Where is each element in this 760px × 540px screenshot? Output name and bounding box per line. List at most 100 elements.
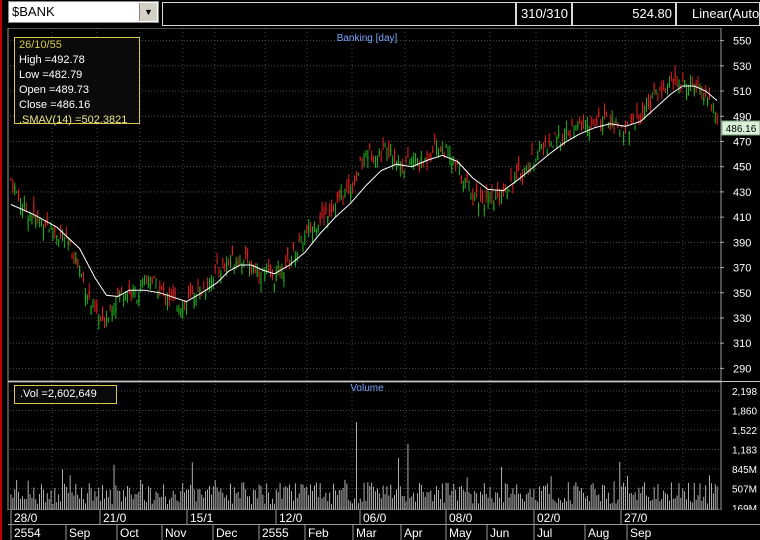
candle-body [617, 122, 619, 124]
candle-body [37, 212, 39, 217]
candle-body [646, 102, 648, 108]
candle-body [415, 157, 417, 162]
info-open: Open =489.73 [19, 84, 90, 96]
candle-body [163, 287, 165, 290]
candle-body [357, 172, 359, 175]
candle-body [235, 261, 237, 266]
candle-body [403, 170, 405, 174]
candle-body [607, 125, 609, 128]
candle-body [16, 192, 18, 194]
candle-body [405, 157, 407, 163]
candle-body [453, 157, 455, 160]
candle-body [655, 91, 657, 93]
candle-body [659, 88, 661, 91]
candle-body [273, 284, 275, 290]
time-label-top: 21/0 [103, 511, 127, 525]
candle-body [583, 119, 585, 126]
candle-body [33, 203, 35, 212]
candle-body [317, 225, 319, 232]
candle-body [260, 278, 262, 286]
candle-body [541, 147, 543, 149]
candle-body [611, 117, 613, 122]
candle-body [365, 150, 367, 157]
candle-body [329, 208, 331, 214]
candle-body [124, 292, 126, 300]
candle-body [170, 294, 172, 296]
candle-body [554, 132, 556, 135]
scale-mode[interactable]: Linear(Auto [676, 2, 760, 26]
candle-body [667, 90, 669, 94]
y-tick-label: 550 [733, 36, 751, 48]
y-tick-label: 510 [733, 86, 751, 98]
candle-body [136, 301, 138, 304]
volume-bars [10, 422, 718, 510]
candle-body [346, 184, 348, 189]
candle-body [441, 147, 443, 152]
candle-body [306, 225, 308, 231]
candle-body [464, 178, 466, 183]
candle-body [182, 305, 184, 313]
chevron-down-icon[interactable]: ▼ [139, 3, 157, 21]
candle-body [336, 192, 338, 198]
y-tick-label: 330 [733, 313, 751, 325]
candle-body [707, 98, 709, 105]
candle-body [500, 194, 502, 203]
candle-body [266, 269, 268, 271]
candle-body [256, 267, 258, 277]
candle-body [602, 123, 604, 132]
candle-body [271, 270, 273, 273]
candle-body [699, 85, 701, 94]
info-smav: .SMAV(14) =502.3821 [19, 114, 128, 126]
time-label-bottom: Feb [308, 526, 329, 540]
candle-body [325, 207, 327, 212]
candle-body [394, 151, 396, 159]
symbol-combobox[interactable]: $BANK ▼ [8, 1, 159, 23]
volume-info-box: .Vol =2,602,649 [14, 385, 117, 404]
candle-body [569, 132, 571, 137]
candle-body [458, 166, 460, 170]
candle-body [374, 162, 376, 168]
candle-body [598, 111, 600, 118]
candle-body [640, 116, 642, 124]
candle-body [604, 107, 606, 114]
candle-body [355, 172, 357, 180]
candle-body [247, 253, 249, 257]
candle-body [478, 202, 480, 211]
candle-body [300, 235, 302, 237]
candle-body [359, 159, 361, 161]
y-tick-label: 430 [733, 187, 751, 199]
candle-body [12, 183, 14, 191]
candle-body [315, 229, 317, 233]
y-tick-label: 410 [733, 212, 751, 224]
time-label-top: 15/1 [190, 511, 214, 525]
time-label-top: 06/0 [363, 511, 387, 525]
time-label-bottom: 2554 [14, 526, 41, 540]
candle-body [455, 165, 457, 167]
time-label-bottom: Aug [588, 526, 609, 540]
candle-body [430, 153, 432, 158]
candle-body [439, 148, 441, 150]
candle-body [10, 178, 12, 180]
candle-body [476, 186, 478, 192]
candle-body [380, 156, 382, 159]
candle-body [623, 134, 625, 141]
candle-body [54, 227, 56, 232]
candle-body [428, 157, 430, 160]
candle-body [609, 121, 611, 130]
candle-body [176, 307, 178, 310]
candle-body [144, 277, 146, 280]
candle-body [302, 245, 304, 251]
candle-body [109, 305, 111, 308]
info-high: High =492.78 [19, 54, 85, 66]
candle-body [319, 215, 321, 222]
candle-body [672, 78, 674, 83]
y-tick-label: 350 [733, 288, 751, 300]
candle-body [651, 97, 653, 99]
time-label-top: 27/0 [624, 511, 648, 525]
candle-body [613, 124, 615, 131]
candle-body [210, 279, 212, 287]
time-label-bottom: Nov [165, 526, 186, 540]
candle-body [313, 223, 315, 231]
candle-body [352, 188, 354, 191]
candle-body [445, 144, 447, 148]
